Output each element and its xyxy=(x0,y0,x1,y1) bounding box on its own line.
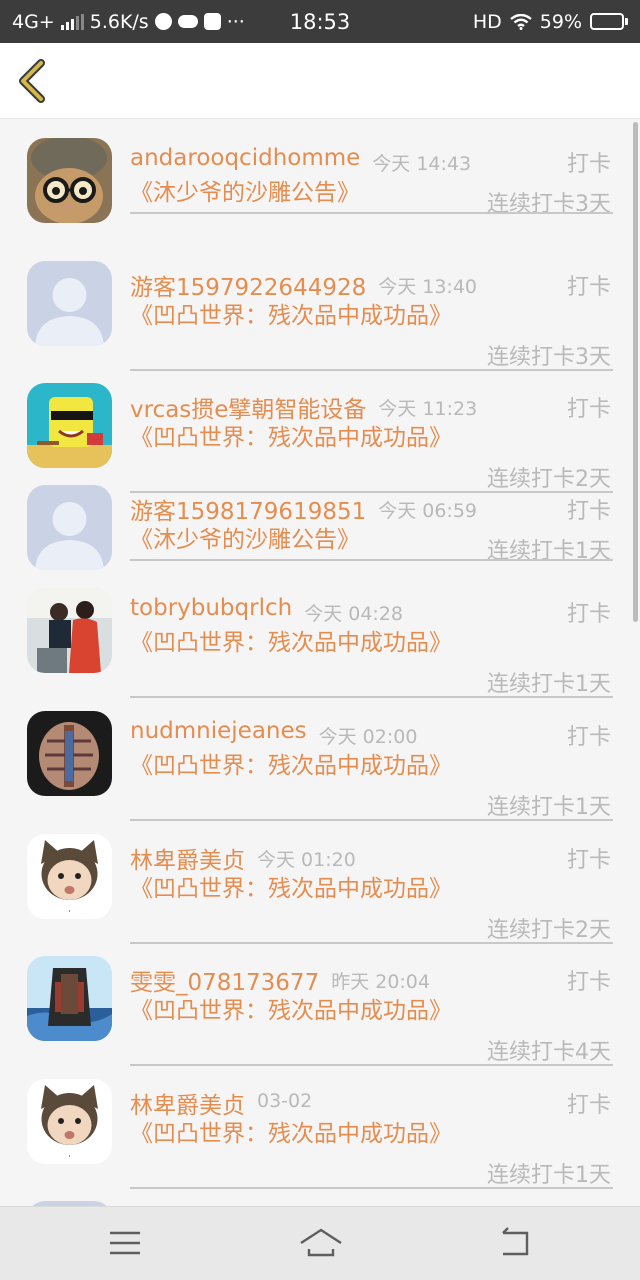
row-divider xyxy=(130,559,613,561)
menu-button[interactable] xyxy=(103,1225,147,1261)
system-nav-bar xyxy=(0,1206,640,1280)
streak-count: 连续打卡3天 xyxy=(487,345,611,370)
status-left: 4G+ 5.6K/s ··· xyxy=(12,11,473,33)
checkin-label: 打卡 xyxy=(566,152,611,177)
svg-text:·: · xyxy=(68,1152,71,1162)
checkin-label: 打卡 xyxy=(566,970,611,995)
back-nav-button[interactable] xyxy=(494,1225,538,1261)
checkin-row[interactable]: 雯雯_078173677 昨天 20:04 打卡《凹凸世界：残次品中成功品》连续打卡… xyxy=(0,947,630,1069)
status-right: HD 59% xyxy=(473,11,628,33)
book-title[interactable]: 《凹凸世界：残次品中成功品》 xyxy=(130,875,452,904)
user-avatar[interactable] xyxy=(27,485,112,570)
checkin-time: 今天 06:59 xyxy=(378,500,478,522)
row-divider xyxy=(130,819,613,821)
checkin-time: 昨天 20:04 xyxy=(331,971,430,993)
home-icon xyxy=(300,1228,342,1257)
header xyxy=(0,43,640,119)
checkin-row[interactable]: 游客1598179619851 今天 06:59 打卡 《沐少爷的沙雕公告》 连续打卡1… xyxy=(0,476,630,579)
checkin-row[interactable]: · 林卑爵美贞 03-02 打卡《凹凸世界：残次品中成功品》连续打卡1天 xyxy=(0,1070,630,1192)
book-title[interactable]: 《凹凸世界：残次品中成功品》 xyxy=(130,1120,452,1149)
row-divider xyxy=(130,942,613,944)
hd-indicator: HD xyxy=(472,10,502,33)
back-button[interactable] xyxy=(14,59,54,103)
user-name[interactable]: 林卑爵美贞 xyxy=(130,841,245,875)
book-title[interactable]: 《凹凸世界：残次品中成功品》 xyxy=(130,302,452,331)
notification-app-icon xyxy=(154,13,172,30)
back-arrow-icon xyxy=(502,1227,529,1256)
streak-count: 连续打卡2天 xyxy=(487,918,611,943)
home-button[interactable] xyxy=(297,1225,345,1261)
wifi-icon xyxy=(510,13,532,30)
user-avatar[interactable] xyxy=(27,138,112,223)
more-notifications: ··· xyxy=(226,10,245,33)
streak-count: 连续打卡1天 xyxy=(487,795,611,820)
user-avatar[interactable]: · xyxy=(27,834,112,919)
svg-text:·: · xyxy=(68,907,71,917)
row-divider xyxy=(130,1064,613,1066)
row-divider xyxy=(130,1187,613,1189)
checkin-row[interactable]: tobrybubqrlch 今天 04:28 打卡《凹凸世界：残次品中成功品》连续打… xyxy=(0,579,630,701)
network-type: 4G+ xyxy=(12,10,55,33)
network-speed: 5.6K/s xyxy=(89,10,149,33)
book-title[interactable]: 《凹凸世界：残次品中成功品》 xyxy=(130,752,452,781)
user-name[interactable]: 游客1597922644928 xyxy=(130,268,366,302)
user-name[interactable]: 林卑爵美贞 xyxy=(130,1086,245,1120)
cloud-icon xyxy=(177,15,198,28)
checkin-row[interactable]: andarooqcidhomme 今天 14:43 打卡 《沐少爷的沙雕公告》 连续打卡… xyxy=(0,129,630,232)
checkin-time: 今天 04:28 xyxy=(304,603,403,625)
user-name[interactable]: 雯雯_078173677 xyxy=(130,963,319,997)
user-avatar[interactable] xyxy=(27,261,112,346)
book-title[interactable]: 《凹凸世界：残次品中成功品》 xyxy=(130,997,452,1026)
checkin-row[interactable]: 游客打卡 xyxy=(0,1192,630,1206)
user-name[interactable]: vrcas掼e擘朝智能设备 xyxy=(130,390,366,424)
book-title[interactable]: 《沐少爷的沙雕公告》 xyxy=(130,179,448,208)
checkin-label: 打卡 xyxy=(566,848,611,873)
checkin-time: 今天 02:00 xyxy=(318,726,418,748)
checkin-label: 打卡 xyxy=(566,275,611,300)
battery-icon xyxy=(590,13,628,30)
checkin-row[interactable]: 游客1597922644928 今天 13:40 打卡《凹凸世界：残次品中成功品》连… xyxy=(0,252,630,374)
signal-icon xyxy=(60,13,84,30)
checkin-label: 打卡 xyxy=(566,725,611,750)
checkin-label: 打卡 xyxy=(566,397,611,422)
menu-icon xyxy=(110,1231,140,1255)
streak-count: 连续打卡1天 xyxy=(487,1163,611,1188)
checkin-list[interactable]: andarooqcidhomme 今天 14:43 打卡 《沐少爷的沙雕公告》 连续打卡… xyxy=(0,120,640,1206)
checkin-row[interactable]: · 林卑爵美贞 今天 01:20 打卡《凹凸世界：残次品中成功品》连续打卡2天 xyxy=(0,825,630,947)
checkin-label: 打卡 xyxy=(566,1093,611,1118)
row-divider xyxy=(130,696,613,698)
book-title[interactable]: 《沐少爷的沙雕公告》 xyxy=(130,526,448,555)
user-name[interactable]: 游客1598179619851 xyxy=(130,492,366,526)
checkin-label: 打卡 xyxy=(566,499,611,524)
checkin-time: 03-02 xyxy=(257,1090,313,1112)
user-name[interactable]: tobrybubqrlch xyxy=(130,595,292,621)
checkin-time: 今天 13:40 xyxy=(378,276,478,298)
user-avatar[interactable] xyxy=(27,711,112,796)
book-title[interactable]: 《凹凸世界：残次品中成功品》 xyxy=(130,629,452,658)
user-avatar[interactable] xyxy=(27,588,112,673)
checkin-time: 今天 11:23 xyxy=(378,398,478,420)
chevron-left-icon xyxy=(19,59,45,103)
checkin-label: 打卡 xyxy=(566,602,611,627)
checkin-time: 今天 14:43 xyxy=(372,153,472,175)
message-icon xyxy=(203,13,221,30)
user-avatar[interactable]: · xyxy=(27,1079,112,1164)
checkin-row[interactable]: nudmniejeanes 今天 02:00 打卡《凹凸世界：残次品中成功品》连续打… xyxy=(0,702,630,824)
user-name[interactable]: nudmniejeanes xyxy=(130,718,307,744)
user-avatar[interactable] xyxy=(27,383,112,468)
checkin-time: 今天 01:20 xyxy=(257,849,356,871)
row-divider xyxy=(130,369,613,371)
user-name[interactable]: andarooqcidhomme xyxy=(130,145,360,171)
streak-count: 连续打卡4天 xyxy=(487,1040,611,1065)
battery-percent: 59% xyxy=(539,10,582,33)
scrollbar[interactable] xyxy=(633,122,638,622)
user-avatar[interactable] xyxy=(27,956,112,1041)
streak-count: 连续打卡1天 xyxy=(487,672,611,697)
status-bar: 4G+ 5.6K/s ··· 18:53 HD 59% xyxy=(0,0,640,43)
book-title[interactable]: 《凹凸世界：残次品中成功品》 xyxy=(130,424,452,453)
row-divider xyxy=(130,212,613,214)
